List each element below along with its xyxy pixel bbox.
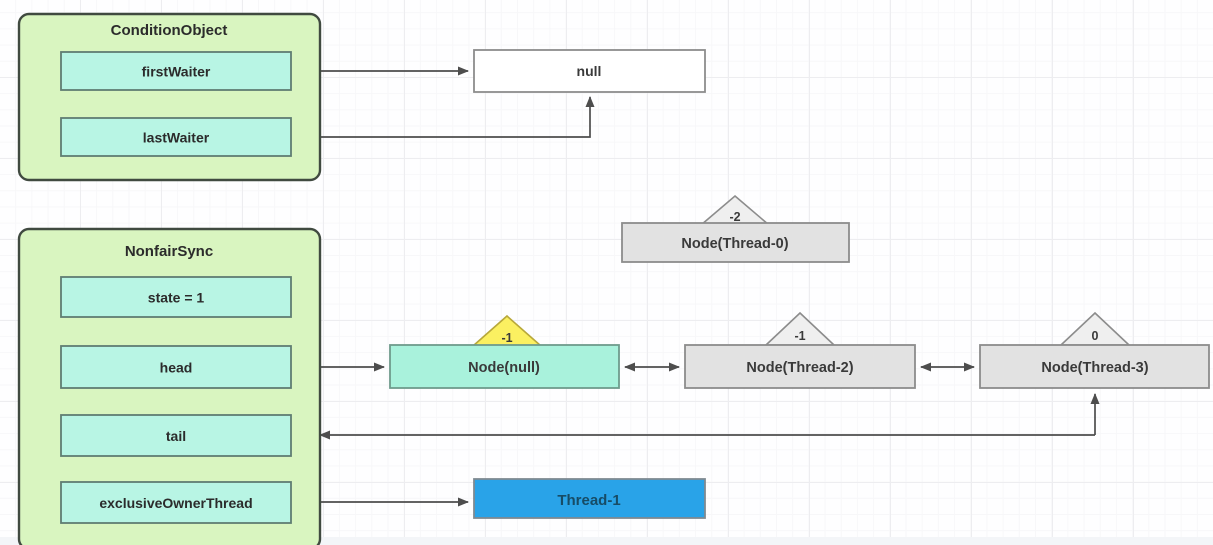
box-null-label: null — [577, 63, 602, 79]
diagram-svg: ConditionObject firstWaiter lastWaiter N… — [17, 12, 1210, 545]
box-node-thread-0[interactable]: -2 Node(Thread-0) — [621, 194, 850, 263]
box-node-thread-0-label: Node(Thread-0) — [681, 236, 788, 252]
box-null[interactable]: null — [473, 49, 706, 93]
box-node-thread-3-label: Node(Thread-3) — [1041, 360, 1148, 376]
field-firstwaiter-label: firstWaiter — [142, 64, 211, 80]
waitstatus-label-node-null: -1 — [501, 331, 512, 345]
group-condition-object[interactable]: ConditionObject firstWaiter lastWaiter — [17, 12, 322, 182]
field-state-label: state = 1 — [148, 290, 205, 306]
group-nonfair-sync-title: NonfairSync — [125, 243, 213, 260]
box-thread-1-label: Thread-1 — [557, 492, 620, 509]
field-exclusiveownerthread-label: exclusiveOwnerThread — [99, 495, 252, 511]
box-node-null-label: Node(null) — [468, 360, 540, 376]
box-node-thread-3[interactable]: 0 Node(Thread-3) — [979, 311, 1210, 389]
box-node-thread-2-label: Node(Thread-2) — [746, 360, 853, 376]
field-head-label: head — [160, 360, 193, 376]
waitstatus-label-node-thread-2: -1 — [794, 329, 805, 343]
waitstatus-label-node-thread-0: -2 — [729, 210, 740, 224]
edge-lastwaiter-to-null — [320, 96, 595, 138]
diagram-canvas: ConditionObject firstWaiter lastWaiter N… — [0, 0, 1213, 545]
group-condition-object-title: ConditionObject — [111, 22, 228, 39]
box-node-thread-2[interactable]: -1 Node(Thread-2) — [684, 311, 916, 389]
field-lastwaiter-label: lastWaiter — [143, 130, 210, 146]
box-node-null[interactable]: -1 Node(null) — [389, 314, 620, 389]
box-thread-1[interactable]: Thread-1 — [473, 478, 706, 519]
edge-layer — [291, 66, 1100, 507]
waitstatus-label-node-thread-3: 0 — [1092, 329, 1099, 343]
group-nonfair-sync[interactable]: NonfairSync state = 1 head tail exclusiv… — [17, 227, 322, 545]
field-tail-label: tail — [166, 428, 186, 444]
